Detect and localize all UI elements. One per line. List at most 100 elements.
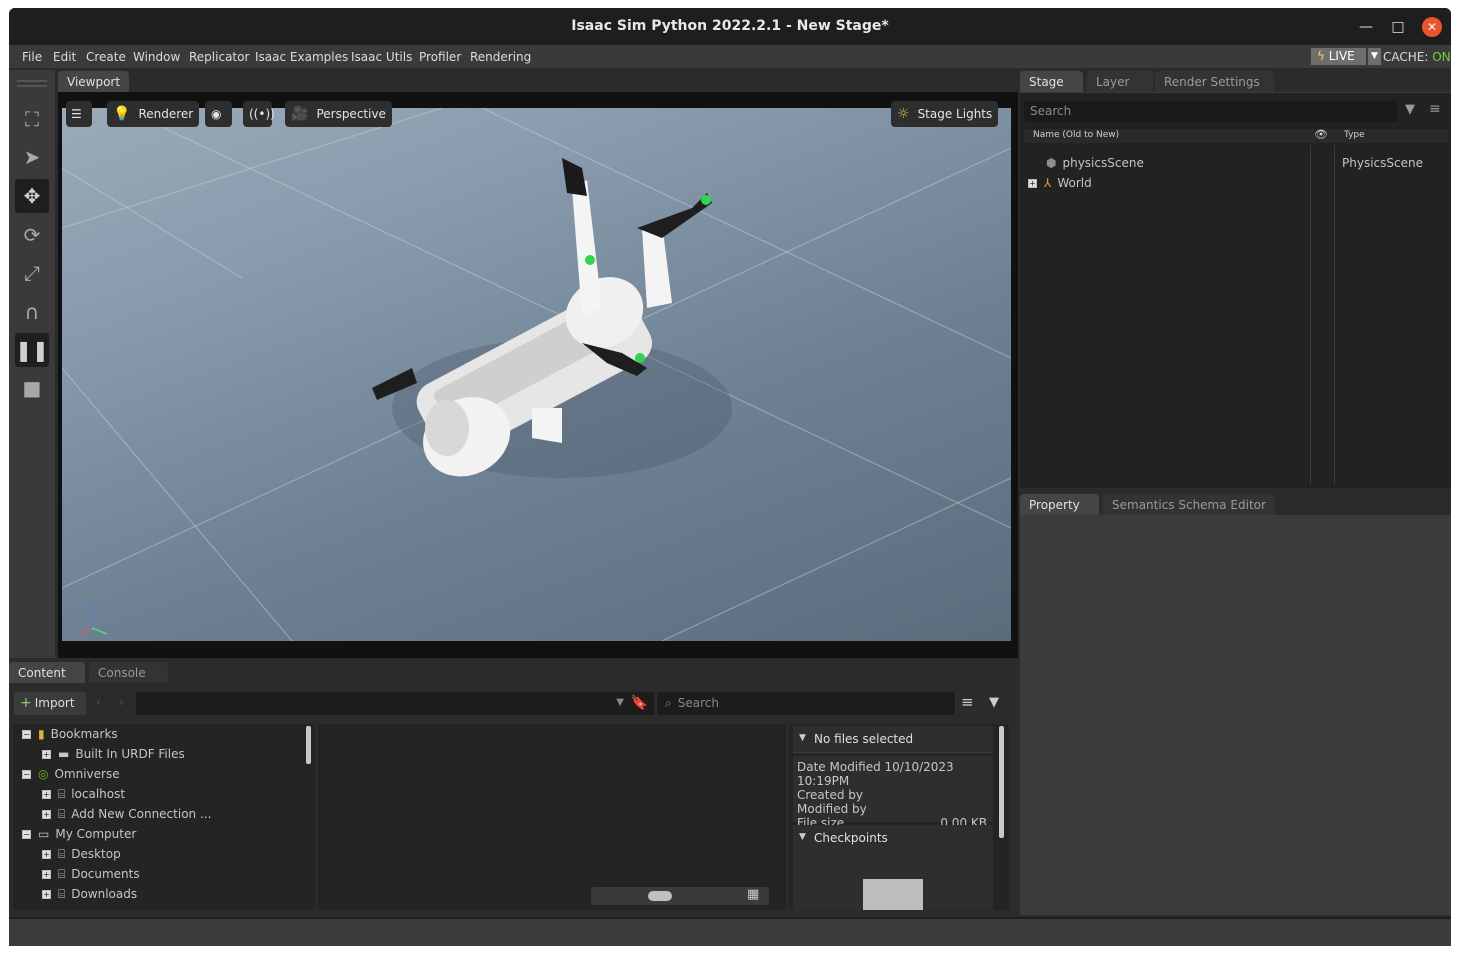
visibility-column-icon[interactable]: 👁 bbox=[1314, 128, 1328, 141]
tree-item-add-connection[interactable]: + ⌸ Add New Connection ... bbox=[42, 807, 211, 822]
menu-file[interactable]: File bbox=[22, 50, 42, 64]
tree-item-localhost[interactable]: + ⌸ localhost bbox=[42, 787, 125, 802]
created-by: Created by bbox=[797, 788, 864, 802]
forward-icon[interactable]: › bbox=[119, 695, 124, 709]
close-icon[interactable]: ✕ bbox=[1422, 17, 1442, 37]
tree-item-downloads[interactable]: + ⌸ Downloads bbox=[42, 887, 137, 902]
computer-icon: ▭ bbox=[38, 827, 50, 841]
drive-icon: ⌸ bbox=[58, 887, 66, 901]
stage-tree-header: Name (Old to New) 👁 Type bbox=[1024, 128, 1448, 143]
lightbulb-icon: 💡 bbox=[113, 106, 131, 122]
stage-item-physicsscene[interactable]: ⬢ physicsScene bbox=[1046, 156, 1144, 170]
tab-property[interactable]: Property bbox=[1020, 494, 1099, 516]
cache-status: CACHE: ON bbox=[1383, 50, 1451, 64]
scale-icon[interactable]: ⤢ bbox=[15, 256, 49, 290]
menu-edit[interactable]: Edit bbox=[53, 50, 76, 64]
tab-layer[interactable]: Layer bbox=[1087, 71, 1153, 93]
sun-icon: ☼ bbox=[897, 106, 910, 122]
list-view-icon[interactable]: ≡ bbox=[961, 693, 974, 711]
file-details: ▼ No files selected Date Modified 10/10/… bbox=[789, 724, 1009, 910]
grid-view-icon[interactable]: ▦ bbox=[747, 887, 759, 902]
tree-item-documents[interactable]: + ⌸ Documents bbox=[42, 867, 140, 882]
stage-item-world[interactable]: + ⅄ World bbox=[1028, 176, 1092, 190]
move-icon[interactable]: ✥ bbox=[15, 179, 49, 213]
menu-window[interactable]: Window bbox=[133, 50, 180, 64]
viewport-scene[interactable] bbox=[62, 108, 1011, 641]
menu-isaac-examples[interactable]: Isaac Examples bbox=[255, 50, 348, 64]
select-icon[interactable]: ➤ bbox=[15, 140, 49, 174]
back-icon[interactable]: ‹ bbox=[96, 695, 101, 709]
tab-content[interactable]: Content bbox=[9, 662, 85, 684]
tree-item-desktop[interactable]: + ⌸ Desktop bbox=[42, 847, 121, 862]
stage-lights-button[interactable]: ☼ Stage Lights bbox=[891, 101, 999, 127]
file-browser[interactable]: ▦ bbox=[318, 724, 786, 910]
tab-render-settings[interactable]: Render Settings bbox=[1155, 71, 1274, 93]
path-input[interactable]: ▼ 🔖 bbox=[136, 692, 654, 715]
stage-search-input[interactable]: Search bbox=[1024, 101, 1398, 122]
stage-panel: Search ▼ ≡ Name (Old to New) 👁 Type ⬢ phy… bbox=[1020, 92, 1451, 488]
minimize-icon[interactable]: — bbox=[1356, 17, 1376, 37]
pause-icon[interactable]: ❚❚ bbox=[15, 333, 49, 367]
visibility-button[interactable]: ◉ bbox=[205, 101, 232, 127]
tab-stage[interactable]: Stage bbox=[1020, 71, 1083, 93]
path-dropdown-icon[interactable]: ▼ bbox=[616, 697, 624, 708]
tree-scrollbar[interactable] bbox=[306, 726, 311, 764]
zoom-slider[interactable]: ▦ bbox=[591, 887, 769, 905]
stage-menu-icon[interactable]: ≡ bbox=[1429, 101, 1441, 117]
menu-bar: File Edit Create Window Replicator Isaac… bbox=[9, 45, 1451, 68]
details-header[interactable]: ▼ No files selected bbox=[793, 726, 993, 753]
sensor-button[interactable]: ((•)) bbox=[243, 101, 275, 127]
content-search-input[interactable]: ⌕ Search bbox=[657, 692, 955, 715]
bookmark-add-icon[interactable]: 🔖 bbox=[631, 695, 648, 711]
viewport-settings-button[interactable]: ☰ bbox=[66, 101, 92, 127]
camera-button[interactable]: 🎥 Perspective bbox=[285, 101, 392, 127]
chevron-down-icon: ▼ bbox=[1371, 51, 1378, 61]
scene-render bbox=[62, 108, 1011, 641]
tab-viewport[interactable]: Viewport bbox=[58, 71, 130, 93]
app-window: Isaac Sim Python 2022.2.1 - New Stage* —… bbox=[9, 8, 1451, 946]
snap-icon[interactable]: ∩ bbox=[15, 295, 49, 329]
stop-icon[interactable]: ■ bbox=[15, 371, 49, 405]
title-bar: Isaac Sim Python 2022.2.1 - New Stage* —… bbox=[9, 8, 1451, 45]
expand-icon[interactable]: + bbox=[1028, 179, 1037, 188]
live-button[interactable]: ϟ LIVE bbox=[1311, 48, 1366, 65]
drive-icon: ⌸ bbox=[58, 787, 66, 801]
tree-item-built-in-urdf[interactable]: + ▬ Built In URDF Files bbox=[42, 747, 185, 761]
tab-console[interactable]: Console bbox=[89, 662, 168, 684]
frame-selection-icon[interactable]: ⛶ bbox=[15, 102, 49, 136]
column-type[interactable]: Type bbox=[1344, 130, 1365, 140]
menu-profiler[interactable]: Profiler bbox=[419, 50, 461, 64]
zoom-slider-handle[interactable] bbox=[648, 891, 672, 901]
tree-item-my-computer[interactable]: − ▭ My Computer bbox=[22, 827, 136, 841]
collapse-icon: ▼ bbox=[799, 733, 806, 743]
column-name[interactable]: Name (Old to New) bbox=[1033, 130, 1119, 140]
filter-icon[interactable]: ▼ bbox=[989, 695, 999, 710]
lightning-icon: ϟ bbox=[1317, 49, 1325, 63]
bookmark-icon: ▮ bbox=[38, 727, 45, 741]
tab-semantics-schema-editor[interactable]: Semantics Schema Editor bbox=[1103, 494, 1275, 516]
axis-gizmo bbox=[79, 603, 108, 637]
details-scrollbar[interactable] bbox=[999, 726, 1004, 838]
tree-item-bookmarks[interactable]: − ▮ Bookmarks bbox=[22, 727, 118, 741]
import-button[interactable]: + Import bbox=[14, 692, 86, 715]
filter-icon[interactable]: ▼ bbox=[1405, 102, 1415, 117]
live-dropdown[interactable]: ▼ bbox=[1368, 48, 1381, 65]
drive-icon: ⌸ bbox=[58, 867, 66, 881]
add-connection-icon: ⌸ bbox=[58, 807, 66, 821]
menu-isaac-utils[interactable]: Isaac Utils bbox=[351, 50, 412, 64]
date-modified: Date Modified 10/10/2023 10:19PM bbox=[797, 760, 954, 788]
plus-icon: + bbox=[20, 695, 32, 711]
viewport[interactable]: ☰ 💡 Renderer ◉ ((•)) 🎥 Perspective ☼ Stage … bbox=[58, 92, 1018, 658]
cube-icon: ⬢ bbox=[1046, 156, 1057, 170]
renderer-button[interactable]: 💡 Renderer bbox=[107, 101, 200, 127]
tree-item-omniverse[interactable]: − ◎ Omniverse bbox=[22, 767, 120, 781]
property-panel bbox=[1020, 515, 1451, 915]
checkpoints-section[interactable]: ▼ Checkpoints bbox=[793, 825, 993, 910]
menu-create[interactable]: Create bbox=[86, 50, 126, 64]
maximize-icon[interactable]: □ bbox=[1388, 17, 1408, 37]
modified-by: Modified by bbox=[797, 802, 867, 816]
search-icon: ⌕ bbox=[665, 696, 672, 710]
rotate-icon[interactable]: ⟳ bbox=[15, 218, 49, 252]
menu-rendering[interactable]: Rendering bbox=[470, 50, 531, 64]
menu-replicator[interactable]: Replicator bbox=[189, 50, 249, 64]
